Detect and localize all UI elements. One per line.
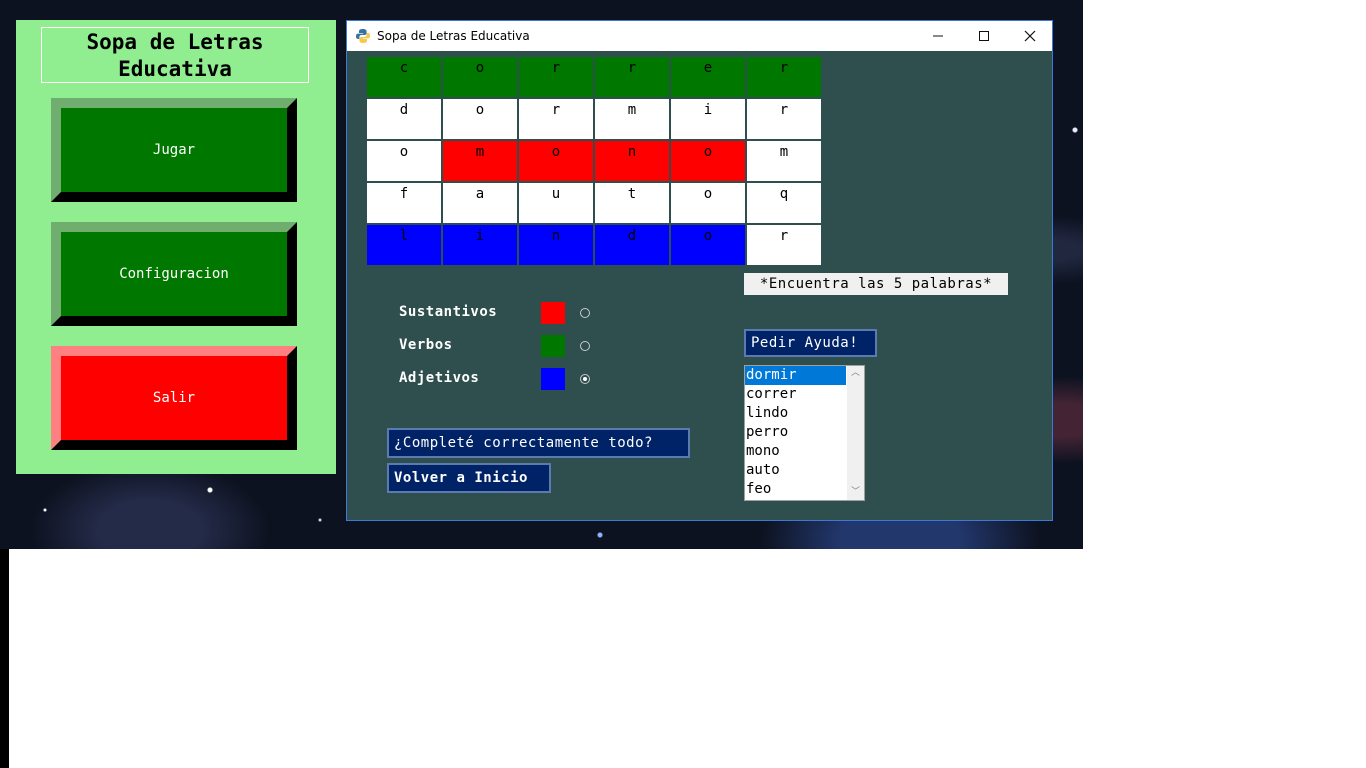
word-list-item[interactable]: mono xyxy=(745,442,846,461)
menu-title-line-1: Sopa de Letras xyxy=(86,30,264,54)
python-icon xyxy=(356,29,370,43)
category-label-nouns: Sustantivos xyxy=(399,304,498,320)
grid-cell[interactable]: d xyxy=(367,99,441,139)
grid-cell[interactable]: r xyxy=(519,99,593,139)
title-bar[interactable]: Sopa de Letras Educativa xyxy=(347,21,1052,51)
menu-title: Sopa de Letras Educativa xyxy=(41,27,309,83)
grid-cell[interactable]: e xyxy=(671,57,745,97)
maximize-icon xyxy=(979,31,989,41)
grid-cell[interactable]: l xyxy=(367,225,441,265)
word-list-item[interactable]: lindo xyxy=(745,404,846,423)
close-icon xyxy=(1024,30,1036,42)
grid-cell[interactable]: r xyxy=(747,225,821,265)
grid-cell[interactable]: r xyxy=(747,57,821,97)
grid-cell[interactable]: t xyxy=(595,183,669,223)
grid-cell[interactable]: r xyxy=(595,57,669,97)
category-swatch-adjectives xyxy=(541,368,565,390)
exit-button[interactable]: Salir xyxy=(51,346,297,450)
category-label-adjectives: Adjetivos xyxy=(399,370,480,386)
word-list-item[interactable]: feo xyxy=(745,480,846,499)
grid-cell[interactable]: u xyxy=(519,183,593,223)
back-to-home-button[interactable]: Volver a Inicio xyxy=(387,463,551,493)
category-radio-adjectives[interactable] xyxy=(580,374,590,384)
listbox-scrollbar[interactable]: ︿ ﹀ xyxy=(847,366,864,500)
word-listbox[interactable]: dormir correr lindo perro mono auto feo ︿ ﹀ xyxy=(744,365,865,501)
grid-cell[interactable]: n xyxy=(519,225,593,265)
word-list-item[interactable]: auto xyxy=(745,461,846,480)
category-radio-verbs[interactable] xyxy=(580,341,590,351)
main-menu-window: Sopa de Letras Educativa Jugar Configura… xyxy=(16,20,336,474)
grid-cell[interactable]: o xyxy=(671,225,745,265)
screen-edge xyxy=(0,549,9,768)
scroll-up-icon[interactable]: ︿ xyxy=(850,368,861,379)
category-radio-nouns[interactable] xyxy=(580,308,590,318)
grid-cell[interactable]: m xyxy=(443,141,517,181)
game-window: Sopa de Letras Educativa correrdormiromo… xyxy=(346,20,1053,521)
grid-cell[interactable]: o xyxy=(443,57,517,97)
grid-cell[interactable]: o xyxy=(671,183,745,223)
scroll-down-icon[interactable]: ﹀ xyxy=(850,487,861,498)
category-swatch-verbs xyxy=(541,335,565,357)
grid-cell[interactable]: d xyxy=(595,225,669,265)
grid-cell[interactable]: f xyxy=(367,183,441,223)
maximize-button[interactable] xyxy=(961,21,1007,51)
check-completion-button[interactable]: ¿Completé correctamente todo? xyxy=(387,428,690,458)
play-button[interactable]: Jugar xyxy=(51,98,297,202)
minimize-button[interactable] xyxy=(915,21,961,51)
grid-cell[interactable]: r xyxy=(747,99,821,139)
category-swatch-nouns xyxy=(541,302,565,324)
grid-cell[interactable]: m xyxy=(747,141,821,181)
window-title: Sopa de Letras Educativa xyxy=(377,29,530,43)
hint-label: *Encuentra las 5 palabras* xyxy=(744,273,1008,295)
close-button[interactable] xyxy=(1007,21,1053,51)
grid-cell[interactable]: i xyxy=(443,225,517,265)
grid-cell[interactable]: r xyxy=(519,57,593,97)
word-list-item[interactable]: correr xyxy=(745,385,846,404)
grid-cell[interactable]: a xyxy=(443,183,517,223)
ask-help-button[interactable]: Pedir Ayuda! xyxy=(744,329,877,357)
grid-cell[interactable]: n xyxy=(595,141,669,181)
word-list-item[interactable]: perro xyxy=(745,423,846,442)
word-list-item[interactable]: dormir xyxy=(745,366,846,385)
grid-cell[interactable]: c xyxy=(367,57,441,97)
grid-cell[interactable]: o xyxy=(443,99,517,139)
menu-title-line-2: Educativa xyxy=(118,57,232,81)
minimize-icon xyxy=(933,35,943,37)
grid-cell[interactable]: m xyxy=(595,99,669,139)
grid-cell[interactable]: o xyxy=(671,141,745,181)
grid-cell[interactable]: o xyxy=(367,141,441,181)
category-label-verbs: Verbos xyxy=(399,337,453,353)
grid-cell[interactable]: o xyxy=(519,141,593,181)
settings-button[interactable]: Configuracion xyxy=(51,222,297,326)
grid-cell[interactable]: i xyxy=(671,99,745,139)
grid-cell[interactable]: q xyxy=(747,183,821,223)
